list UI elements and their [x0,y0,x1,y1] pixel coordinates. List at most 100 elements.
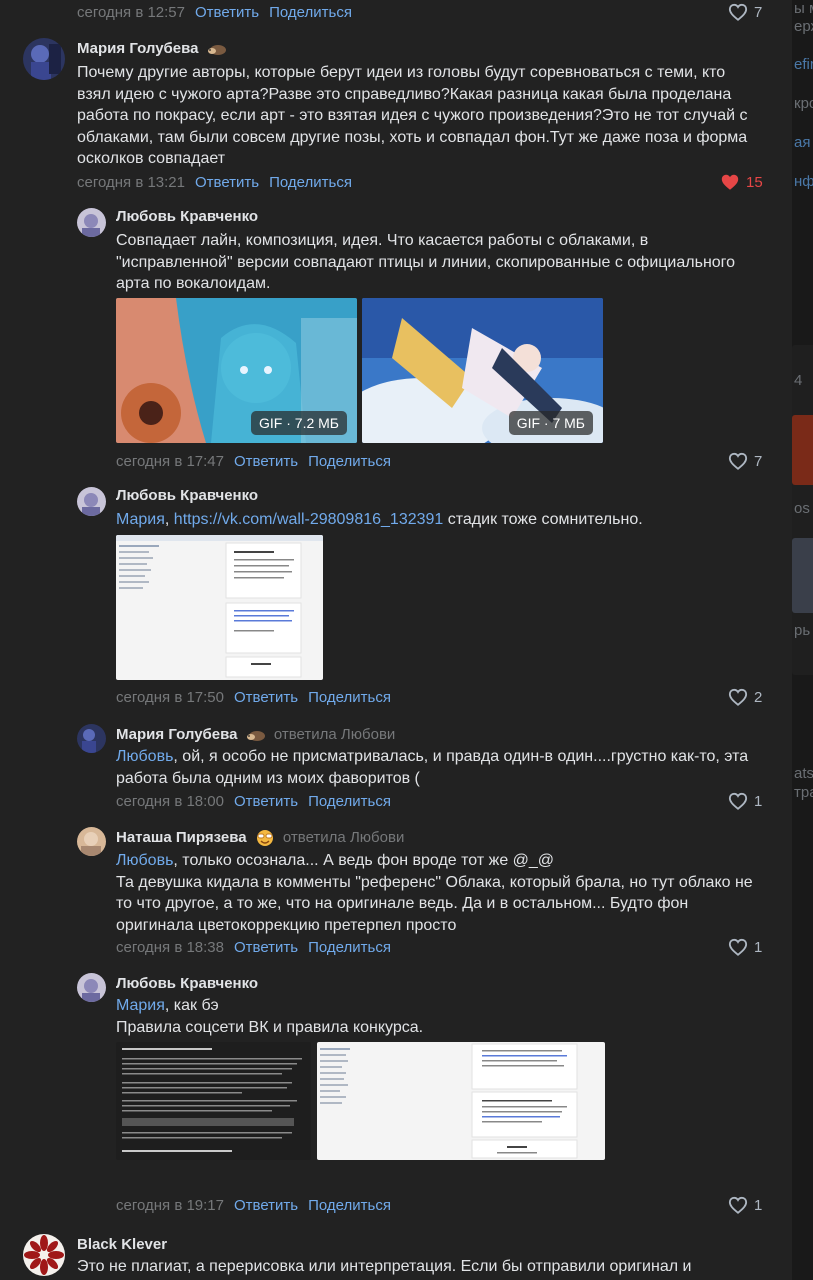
sidebar-image[interactable] [792,538,813,613]
reply-button[interactable]: Ответить [195,4,259,21]
right-sidebar: ы ме ерж efir кро ая нфо 4 os рь atsu тр… [792,0,813,1280]
avatar[interactable] [23,38,65,80]
heart-outline-icon [728,792,748,810]
screenshot-attachment[interactable] [116,1042,311,1160]
comment-time[interactable]: сегодня в 13:21 [77,174,185,191]
avatar[interactable] [77,827,106,856]
comment-meta: сегодня в 17:50 Ответить Поделиться [116,689,391,706]
comment-author[interactable]: Наташа Пирязева ответила Любови [116,829,404,847]
comments-feed: сегодня в 12:57 Ответить Поделиться 7 Мари… [0,0,790,1280]
sidebar-link[interactable]: ая [794,134,810,151]
share-button[interactable]: Поделиться [308,939,391,956]
comment-author[interactable]: Мария Голубева [77,40,227,57]
share-button[interactable]: Поделиться [308,793,391,810]
sidebar-image[interactable] [792,415,813,485]
sidebar-text: atsu [794,765,813,782]
heart-outline-icon [728,452,748,470]
avatar[interactable] [77,208,106,237]
comment-time[interactable]: сегодня в 19:17 [116,1197,224,1214]
sidebar-text: 4 [794,372,803,389]
comment-text: Это не плагиат, а перерисовка или интерп… [77,1258,692,1275]
comment-text: Почему другие авторы, которые берут идеи… [77,64,748,167]
comment-meta: сегодня в 18:00 Ответить Поделиться [116,793,391,810]
comment-author[interactable]: Любовь Кравченко [116,487,258,504]
comment-meta: сегодня в 17:47 Ответить Поделиться [116,453,391,470]
like-count: 7 [754,452,763,470]
mention-link[interactable]: Мария [116,511,165,528]
comment-meta: сегодня в 19:17 Ответить Поделиться [116,1197,391,1214]
mention-link[interactable]: Любовь [116,852,173,869]
comment-author[interactable]: Любовь Кравченко [116,208,258,225]
like-button[interactable]: 1 [728,792,762,810]
share-button[interactable]: Поделиться [269,174,352,191]
reply-button[interactable]: Ответить [234,1197,298,1214]
comment-text: Мария, https://vk.com/wall-29809816_1323… [116,511,643,528]
comment-text: Любовь, только осознала... А ведь фон вр… [116,852,753,934]
gif-attachment[interactable]: GIF · 7.2 МБ [116,298,357,443]
gif-size-badge: GIF · 7.2 МБ [251,411,347,435]
avatar[interactable] [77,487,106,516]
avatar[interactable] [77,724,106,753]
like-button[interactable]: 1 [728,1196,762,1214]
like-button[interactable]: 2 [728,688,762,706]
comment-text: Любовь, ой, я особо не присматривалась, … [116,748,749,787]
like-button[interactable]: 7 [728,3,762,21]
mention-link[interactable]: Мария [116,997,165,1014]
comment-author[interactable]: Black Klever [77,1236,167,1253]
gif-attachment[interactable]: GIF · 7 МБ [362,298,603,443]
hedgehog-emoji-icon [246,731,265,742]
sidebar-text: ерж [794,18,813,35]
share-button[interactable]: Поделиться [269,4,352,21]
reply-button[interactable]: Ответить [234,793,298,810]
screenshot-attachment[interactable] [116,535,323,680]
sidebar-link[interactable]: efir [794,56,813,73]
sidebar-text: тра [794,784,813,801]
sidebar-text: рь [794,622,811,639]
comment-time[interactable]: сегодня в 17:50 [116,689,224,706]
like-count: 1 [754,938,763,956]
like-count: 1 [754,1196,763,1214]
share-button[interactable]: Поделиться [308,453,391,470]
mention-link[interactable]: Любовь [116,748,173,765]
reply-button[interactable]: Ответить [234,689,298,706]
heart-outline-icon [728,1196,748,1214]
heart-outline-icon [728,688,748,706]
comment-author[interactable]: Любовь Кравченко [116,975,258,992]
heart-outline-icon [728,3,748,21]
post-link[interactable]: https://vk.com/wall-29809816_132391 [174,511,444,528]
reply-to-label[interactable]: ответила Любови [283,829,404,846]
like-button[interactable]: 15 [720,173,763,191]
sidebar-text: os [794,500,810,517]
reply-button[interactable]: Ответить [195,174,259,191]
like-button[interactable]: 1 [728,938,762,956]
comment-time[interactable]: сегодня в 18:38 [116,939,224,956]
comment-time[interactable]: сегодня в 12:57 [77,4,185,21]
screenshot-attachment[interactable] [317,1042,605,1160]
sidebar-link[interactable]: нфо [794,173,813,190]
sidebar-text: кро [794,95,813,112]
avatar[interactable] [23,1234,65,1276]
reply-button[interactable]: Ответить [234,453,298,470]
avatar[interactable] [77,973,106,1002]
comment-meta: сегодня в 13:21 Ответить Поделиться [77,174,352,191]
reply-to-label[interactable]: ответила Любови [274,726,395,743]
reply-button[interactable]: Ответить [234,939,298,956]
comment-text: Мария, как бэ Правила соцсети ВК и прави… [116,997,424,1036]
like-count: 7 [754,3,763,21]
like-count: 15 [746,173,763,191]
comment-time[interactable]: сегодня в 17:47 [116,453,224,470]
smiling-face-emoji-icon [256,830,273,847]
comment-meta: сегодня в 12:57 Ответить Поделиться [77,4,352,21]
like-button[interactable]: 7 [728,452,762,470]
like-count: 1 [754,792,763,810]
comment-time[interactable]: сегодня в 18:00 [116,793,224,810]
share-button[interactable]: Поделиться [308,1197,391,1214]
gif-size-badge: GIF · 7 МБ [508,411,593,435]
comment-meta: сегодня в 18:38 Ответить Поделиться [116,939,391,956]
share-button[interactable]: Поделиться [308,689,391,706]
sidebar-text: ы ме [794,0,813,17]
like-count: 2 [754,688,763,706]
comment-text: Совпадает лайн, композиция, идея. Что ка… [116,232,736,292]
heart-filled-icon [721,174,739,190]
comment-author[interactable]: Мария Голубева ответила Любови [116,726,395,743]
